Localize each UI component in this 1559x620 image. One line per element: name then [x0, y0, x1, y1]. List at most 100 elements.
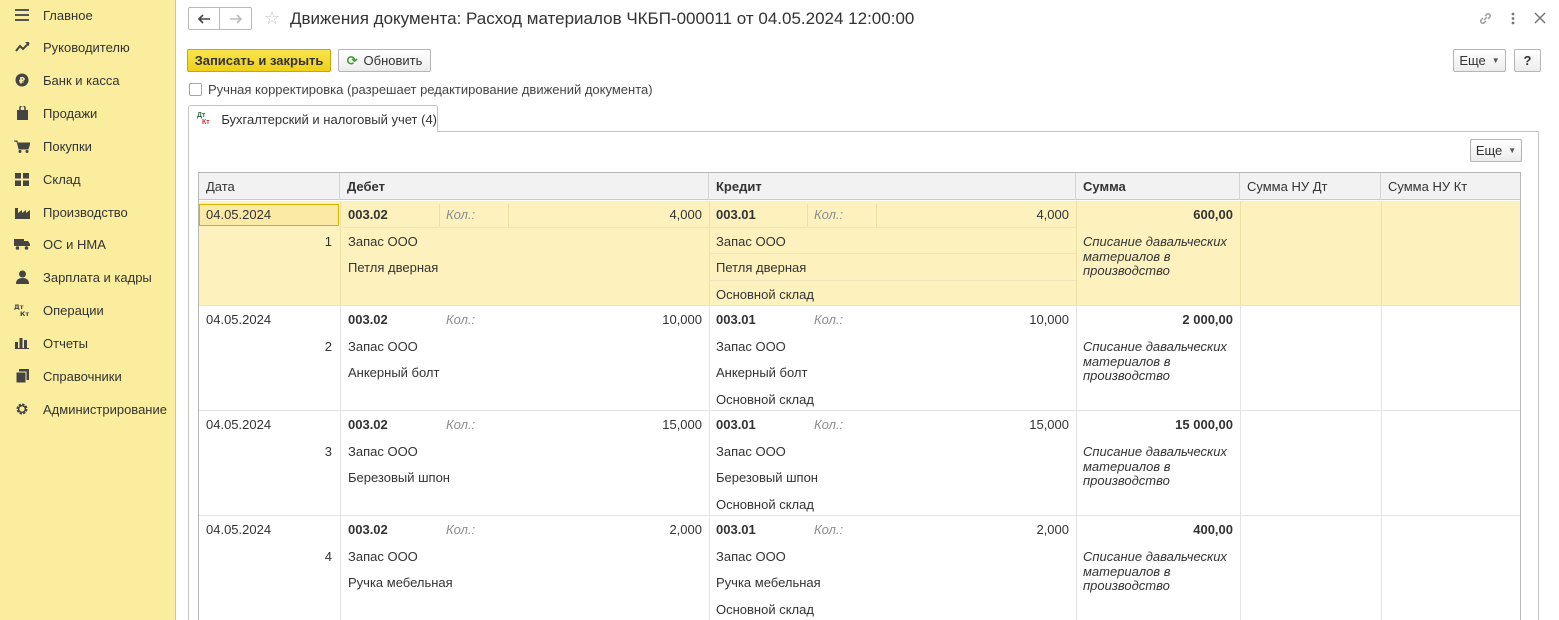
- menu-icon: [14, 7, 30, 23]
- refresh-label: Обновить: [363, 53, 423, 68]
- debit-qty: 2,000: [669, 522, 702, 537]
- credit-qty: 10,000: [1029, 312, 1069, 327]
- column-header-sum-nu-dt[interactable]: Сумма НУ Дт: [1240, 173, 1381, 200]
- sidebar-item-operations[interactable]: Дт Кт Операции: [0, 295, 176, 325]
- sidebar-item-fixed-assets[interactable]: ОС и НМА: [0, 229, 176, 259]
- refresh-button[interactable]: ⟳ Обновить: [338, 49, 431, 72]
- debit-subconto-2: Березовый шпон: [348, 470, 450, 485]
- manual-correction-checkbox[interactable]: [189, 83, 202, 96]
- table-row[interactable]: 04.05.2024 1 003.02 Кол.: 4,000 Запас ОО…: [199, 201, 1520, 306]
- coin-icon: ₽: [14, 72, 30, 88]
- bar-chart-icon: [14, 335, 30, 351]
- row-content: Списание давальческих материалов в произ…: [1083, 549, 1227, 593]
- sidebar-item-label: Покупки: [43, 138, 92, 154]
- sidebar-item-label: Банк и касса: [43, 72, 120, 88]
- debit-qty-label: Кол.:: [446, 312, 476, 327]
- page-title: Движения документа: Расход материалов ЧК…: [290, 9, 915, 28]
- sidebar-item-admin[interactable]: Администрирование: [0, 394, 176, 424]
- factory-icon: [14, 204, 30, 220]
- row-content: Списание давальческих материалов в произ…: [1083, 444, 1227, 488]
- column-header-sum-nu-kt[interactable]: Сумма НУ Кт: [1381, 173, 1520, 200]
- sidebar-item-warehouse[interactable]: Склад: [0, 164, 176, 194]
- sidebar-item-label: Зарплата и кадры: [43, 269, 152, 285]
- arrow-right-icon: [230, 13, 242, 24]
- movements-table: Дата Дебет Кредит Сумма Сумма НУ Дт Сумм…: [198, 172, 1521, 620]
- table-row[interactable]: 04.05.2024 2 003.02 Кол.: 10,000 Запас О…: [199, 306, 1520, 411]
- arrow-left-icon: [197, 13, 210, 24]
- credit-account: 003.01: [716, 522, 756, 537]
- sidebar-item-catalogs[interactable]: Справочники: [0, 361, 176, 391]
- debit-subconto-2: Анкерный болт: [348, 365, 440, 380]
- more-button[interactable]: Еще ▼: [1453, 49, 1506, 72]
- debit-subconto-2: Петля дверная: [348, 260, 439, 275]
- credit-qty: 4,000: [1036, 207, 1069, 222]
- credit-subconto-1: Запас ООО: [716, 234, 786, 249]
- column-header-debit[interactable]: Дебет: [340, 173, 709, 200]
- save-and-close-button[interactable]: Записать и закрыть: [187, 49, 331, 72]
- row-content: Списание давальческих материалов в произ…: [1083, 234, 1227, 278]
- bag-icon: [14, 105, 30, 121]
- sidebar-item-label: ОС и НМА: [43, 236, 106, 252]
- debit-qty: 10,000: [662, 312, 702, 327]
- link-icon[interactable]: [1476, 9, 1494, 27]
- debit-qty: 4,000: [669, 207, 702, 222]
- table-header: Дата Дебет Кредит Сумма Сумма НУ Дт Сумм…: [199, 173, 1520, 200]
- debit-account: 003.02: [348, 312, 388, 327]
- grid-more-button[interactable]: Еще ▼: [1470, 139, 1522, 162]
- sidebar-item-reports[interactable]: Отчеты: [0, 328, 176, 358]
- sidebar-item-label: Администрирование: [43, 401, 167, 417]
- forward-button[interactable]: [220, 7, 252, 30]
- row-content: Списание давальческих материалов в произ…: [1083, 339, 1227, 383]
- sidebar-item-label: Продажи: [43, 105, 98, 121]
- manual-correction-label: Ручная корректировка (разрешает редактир…: [208, 82, 653, 97]
- row-number: 1: [324, 234, 332, 249]
- debit-subconto-1: Запас ООО: [348, 339, 418, 354]
- chevron-down-icon: ▼: [1491, 56, 1500, 65]
- favorite-star-icon[interactable]: ☆: [264, 8, 280, 29]
- debit-account: 003.02: [348, 207, 388, 222]
- credit-qty: 2,000: [1036, 522, 1069, 537]
- debit-subconto-1: Запас ООО: [348, 444, 418, 459]
- sidebar-item-purchases[interactable]: Покупки: [0, 131, 176, 161]
- sidebar-item-salary[interactable]: Зарплата и кадры: [0, 262, 176, 292]
- more-vertical-icon[interactable]: [1504, 9, 1522, 27]
- debit-qty-label: Кол.:: [446, 417, 476, 432]
- credit-subconto-3: Основной склад: [716, 602, 814, 617]
- credit-subconto-1: Запас ООО: [716, 549, 786, 564]
- sidebar: Главное Руководителю ₽ Банк и касса Прод…: [0, 0, 176, 620]
- table-row[interactable]: 04.05.2024 4 003.02 Кол.: 2,000 Запас ОО…: [199, 516, 1520, 620]
- credit-qty-label: Кол.:: [814, 312, 844, 327]
- dt-kt-icon: Дт Кт: [197, 112, 210, 126]
- row-date: 04.05.2024: [206, 207, 272, 222]
- debit-qty-label: Кол.:: [446, 207, 476, 222]
- row-number: 3: [324, 444, 332, 459]
- sidebar-item-main[interactable]: Главное: [0, 0, 176, 30]
- warehouse-icon: [14, 171, 30, 187]
- sidebar-item-manager[interactable]: Руководителю: [0, 32, 176, 62]
- credit-subconto-2: Анкерный болт: [716, 365, 808, 380]
- debit-subconto-1: Запас ООО: [348, 549, 418, 564]
- debit-account: 003.02: [348, 522, 388, 537]
- sidebar-item-sales[interactable]: Продажи: [0, 98, 176, 128]
- column-header-date[interactable]: Дата: [199, 173, 340, 200]
- help-button[interactable]: ?: [1514, 49, 1541, 72]
- column-header-sum[interactable]: Сумма: [1076, 173, 1240, 200]
- column-header-credit[interactable]: Кредит: [709, 173, 1076, 200]
- row-sum: 2 000,00: [1182, 312, 1233, 327]
- more-label: Еще: [1459, 53, 1486, 68]
- table-row[interactable]: 04.05.2024 3 003.02 Кол.: 15,000 Запас О…: [199, 411, 1520, 516]
- svg-text:₽: ₽: [19, 77, 25, 87]
- credit-subconto-3: Основной склад: [716, 392, 814, 407]
- sidebar-item-label: Отчеты: [43, 335, 88, 351]
- sidebar-item-bank[interactable]: ₽ Банк и касса: [0, 65, 176, 95]
- person-icon: [14, 269, 30, 285]
- close-icon[interactable]: [1531, 9, 1549, 27]
- credit-subconto-3: Основной склад: [716, 287, 814, 302]
- sidebar-item-production[interactable]: Производство: [0, 197, 176, 227]
- row-number: 4: [324, 549, 332, 564]
- tab-accounting[interactable]: Дт Кт Бухгалтерский и налоговый учет (4): [188, 105, 438, 132]
- credit-subconto-2: Петля дверная: [716, 260, 807, 275]
- row-date: 04.05.2024: [206, 312, 272, 327]
- credit-subconto-1: Запас ООО: [716, 339, 786, 354]
- back-button[interactable]: [188, 7, 220, 30]
